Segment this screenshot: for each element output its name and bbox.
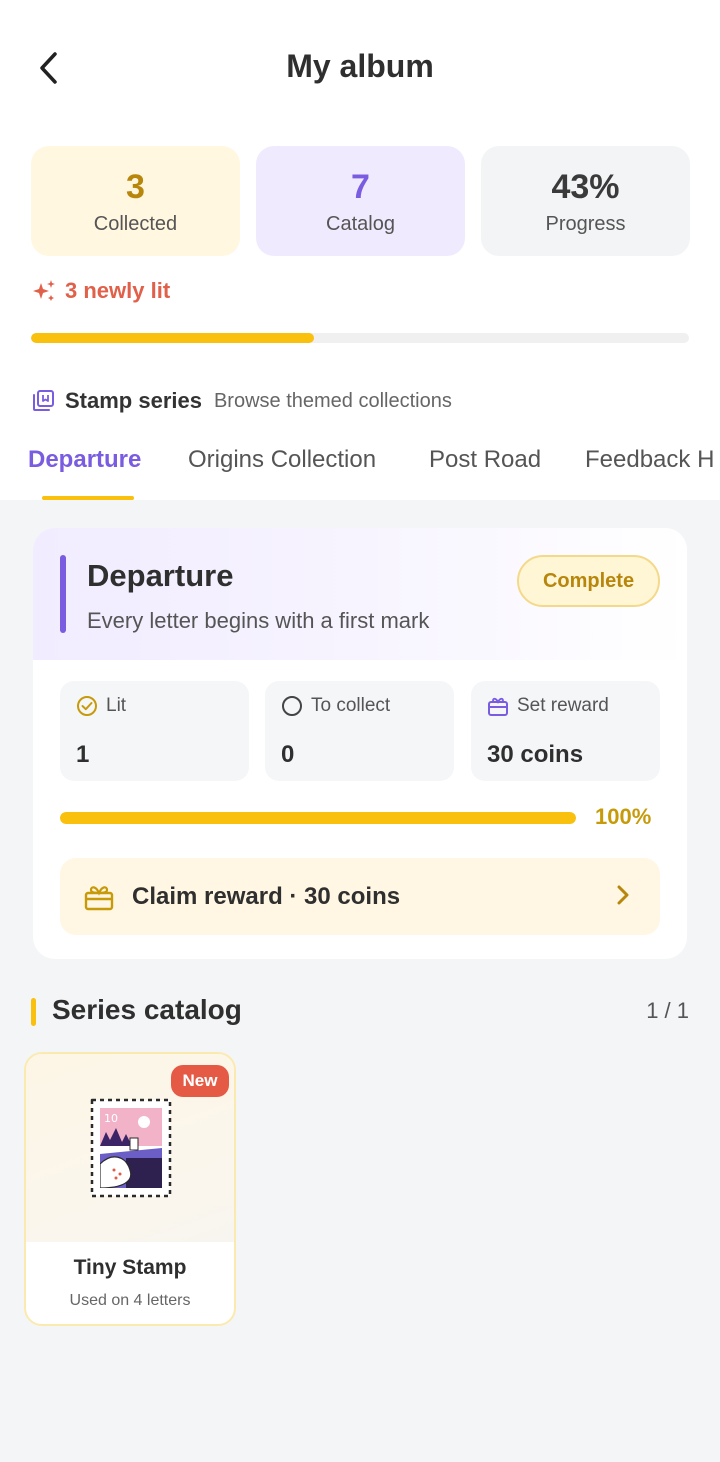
series-subtitle: Browse themed collections xyxy=(213,389,452,412)
status-badge: Complete xyxy=(517,555,660,607)
to-collect-value: 0 xyxy=(281,741,295,768)
stat-progress-label: Progress xyxy=(545,212,626,235)
series-progress-percent: 100% xyxy=(595,804,652,829)
to-collect-label: To collect xyxy=(311,695,391,716)
set-reward-stat: Set reward 30 coins xyxy=(471,681,660,781)
lit-label: Lit xyxy=(106,695,127,716)
series-progress-fill xyxy=(60,812,576,824)
stat-collected: 3 Collected xyxy=(31,146,240,256)
catalog-title: Series catalog xyxy=(52,994,242,1025)
stat-progress-value: 43% xyxy=(551,167,620,206)
circle-icon xyxy=(282,696,302,716)
page-title: My album xyxy=(286,48,434,84)
stat-progress: 43% Progress xyxy=(481,146,690,256)
active-tab-indicator xyxy=(42,496,134,500)
lit-value: 1 xyxy=(76,741,90,768)
stat-catalog-label: Catalog xyxy=(326,212,395,235)
stat-catalog-value: 7 xyxy=(351,167,370,206)
tab-post-road[interactable]: Post Road xyxy=(429,446,541,474)
claim-reward-button[interactable]: Claim reward · 30 coins xyxy=(60,858,660,935)
series-tabs: Departure Origins Collection Post Road F… xyxy=(0,440,720,500)
set-reward-value: 30 coins xyxy=(487,741,584,768)
newly-lit: 3 newly lit xyxy=(31,278,170,304)
series-detail-title: Departure xyxy=(87,558,234,593)
overall-progress-bar xyxy=(31,333,689,343)
accent-bar xyxy=(60,555,66,633)
stat-catalog: 7 Catalog xyxy=(256,146,465,256)
stamp-name: Tiny Stamp xyxy=(73,1256,187,1279)
header-area: My album 3 Collected 7 Catalog 43% Progr… xyxy=(0,0,720,500)
new-badge: New xyxy=(171,1065,229,1097)
accent-bar xyxy=(31,998,36,1026)
claim-reward-label: Claim reward · 30 coins xyxy=(132,882,401,910)
sparkle-icon xyxy=(33,280,55,301)
stat-collected-label: Collected xyxy=(93,212,178,235)
stamp-usage: Used on 4 letters xyxy=(69,1292,191,1309)
series-detail-card: Departure Every letter begins with a fir… xyxy=(33,528,687,959)
newly-lit-text: 3 newly lit xyxy=(65,278,171,303)
series-detail-header: Departure Every letter begins with a fir… xyxy=(33,528,687,660)
series-detail-subtitle: Every letter begins with a first mark xyxy=(87,608,430,633)
tab-departure[interactable]: Departure xyxy=(28,446,141,474)
stat-collected-value: 3 xyxy=(126,167,145,206)
gift-icon xyxy=(84,885,114,910)
stamp-value-text: 10 xyxy=(104,1112,118,1125)
gift-icon xyxy=(488,697,508,716)
overall-progress-fill xyxy=(31,333,314,343)
lit-stat: Lit 1 xyxy=(60,681,249,781)
catalog-page-indicator: 1 / 1 xyxy=(646,998,689,1023)
stamp-image: 10 xyxy=(90,1098,172,1198)
series-progress-bar xyxy=(60,812,576,824)
to-collect-stat: To collect 0 xyxy=(265,681,454,781)
stamp-card[interactable]: New 10 Tiny Stamp Used on 4 letters xyxy=(24,1052,236,1326)
series-header: Stamp series Browse themed collections xyxy=(31,388,452,414)
tab-origins-collection[interactable]: Origins Collection xyxy=(188,446,376,474)
chevron-right-icon xyxy=(617,885,629,905)
series-title: Stamp series xyxy=(65,388,202,413)
catalog-header: Series catalog 1 / 1 xyxy=(31,994,689,1034)
album-icon xyxy=(33,390,54,411)
tab-feedback[interactable]: Feedback H xyxy=(585,446,714,474)
set-reward-label: Set reward xyxy=(517,695,609,716)
check-circle-icon xyxy=(77,696,97,716)
